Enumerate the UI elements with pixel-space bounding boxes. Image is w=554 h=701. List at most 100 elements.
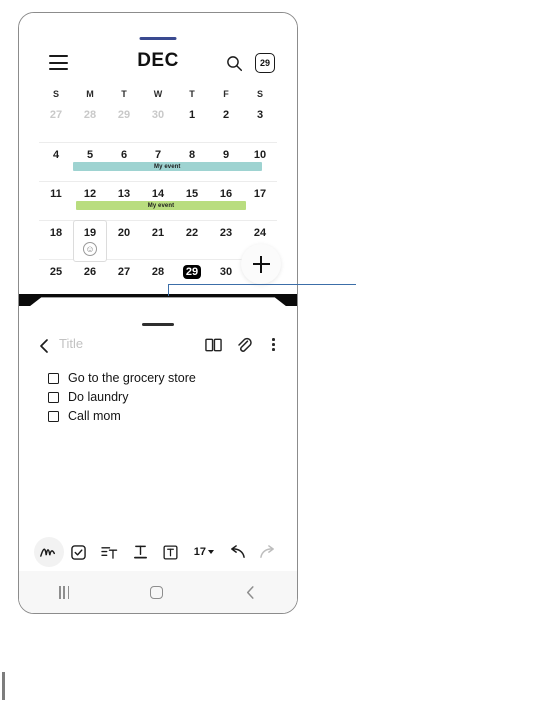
undo-icon[interactable] [222,537,253,567]
calendar-day-cell[interactable]: 30 [141,103,175,142]
day-number: 27 [117,266,131,278]
day-number: 22 [185,227,199,239]
attachment-paperclip-icon[interactable] [236,337,252,354]
calendar-day-cell[interactable]: 21 [141,221,175,262]
font-size-selector[interactable]: 17 [186,537,222,567]
day-number: 17 [253,188,267,200]
day-number: 30 [219,266,233,278]
text-box-icon[interactable] [155,537,186,567]
day-of-week-header-row: S M T W T F S [19,89,297,99]
day-number: 5 [86,149,94,161]
calendar-week-row: 27 28 29 30 1 2 3 [39,103,277,142]
day-number: 20 [117,227,131,239]
list-item[interactable]: Do laundry [48,389,277,406]
calendar-day-cell[interactable]: 3 [243,103,277,142]
list-item-label: Call mom [68,409,121,424]
recents-icon[interactable] [59,585,70,599]
calendar-day-cell[interactable]: 18 [39,221,73,262]
calendar-day-cell[interactable]: 26 [73,260,107,298]
android-navigation-bar [19,571,297,613]
add-event-button[interactable] [241,244,281,284]
day-number: 1 [188,109,196,121]
more-options-icon[interactable] [272,338,275,351]
calendar-event-bar[interactable]: My event [75,201,247,210]
list-item[interactable]: Call mom [48,408,277,425]
day-number: 29 [182,265,202,279]
chevron-down-icon [208,550,214,554]
app-tab-indicator [139,37,177,40]
search-icon[interactable] [226,55,243,72]
day-number: 10 [253,149,267,161]
day-number: 7 [154,149,162,161]
drag-handle[interactable] [142,323,174,326]
checklist-icon[interactable] [64,537,95,567]
smiley-sticker-icon[interactable]: ☺ [83,242,97,256]
screenshot-root: DEC 29 S M T W T F S 27 28 29 30 1 2 3 4… [0,0,554,701]
day-number: 24 [253,227,267,239]
today-date-button[interactable]: 29 [255,53,275,73]
note-checklist: Go to the grocery store Do laundry Call … [48,370,277,427]
home-icon[interactable] [149,585,163,599]
calendar-day-cell-selected[interactable]: 19 ☺ [73,220,107,262]
calendar-day-cell-today[interactable]: 29 [175,260,209,298]
note-format-toolbar: 17 [19,535,297,569]
list-item-label: Go to the grocery store [68,371,196,386]
hinge-indicator-dots [145,299,164,302]
day-number: 30 [151,109,165,121]
checkbox-icon[interactable] [48,373,59,384]
back-icon[interactable] [244,585,257,600]
notes-app-pane: Title Go to the grocery store Do laundry… [19,306,297,613]
day-number: 18 [49,227,63,239]
today-date-label: 29 [259,57,270,68]
checkbox-icon[interactable] [48,411,59,422]
calendar-day-cell[interactable]: 27 [107,260,141,298]
day-number: 3 [256,109,264,121]
pen-handwriting-icon[interactable] [33,537,64,567]
paragraph-align-icon[interactable] [94,537,125,567]
day-number: 9 [222,149,230,161]
checkbox-icon[interactable] [48,392,59,403]
redo-icon[interactable] [252,537,283,567]
reading-mode-icon[interactable] [205,337,222,353]
day-number: 8 [188,149,196,161]
calendar-day-cell[interactable]: 27 [39,103,73,142]
text-format-icon[interactable] [125,537,156,567]
calendar-day-cell[interactable]: 28 [73,103,107,142]
note-title-input[interactable]: Title [59,336,83,351]
calendar-day-cell[interactable]: 23 [209,221,243,262]
calendar-event-bar[interactable]: My event [73,162,262,171]
day-number: 6 [120,149,128,161]
plus-icon [259,255,263,273]
list-item[interactable]: Go to the grocery store [48,370,277,387]
day-number: 23 [219,227,233,239]
calendar-day-cell[interactable]: 1 [175,103,209,142]
day-number: 19 [83,227,97,239]
calendar-day-cell[interactable]: 22 [175,221,209,262]
foldable-phone-frame: DEC 29 S M T W T F S 27 28 29 30 1 2 3 4… [18,12,298,614]
day-number: 13 [117,188,131,200]
calendar-day-cell[interactable]: 4 [39,143,73,181]
day-number: 16 [219,188,233,200]
calendar-day-cell[interactable]: 2 [209,103,243,142]
day-number: 14 [151,188,165,200]
day-number: 15 [185,188,199,200]
calendar-week-row: 11 12 13 14 15 16 17 My event [39,181,277,220]
day-number: 11 [50,188,62,200]
calendar-day-cell[interactable]: 29 [107,103,141,142]
calendar-day-cell[interactable]: 25 [39,260,73,298]
calendar-day-cell[interactable]: 20 [107,221,141,262]
hamburger-menu-icon[interactable] [49,55,68,70]
calendar-day-cell[interactable]: 17 [243,182,277,220]
calendar-week-row: 4 5 6 7 8 9 10 My event [39,142,277,181]
day-number: 29 [117,109,131,121]
back-chevron-icon[interactable] [37,337,51,355]
calendar-day-cell[interactable]: 30 [209,260,243,298]
calendar-day-cell[interactable]: 28 [141,260,175,298]
calendar-day-cell[interactable]: 11 [39,182,73,220]
notes-header: Title [19,332,297,360]
calendar-header: DEC 29 [19,47,297,85]
day-number: 28 [83,109,97,121]
dow-sun: S [52,89,59,99]
dow-thu: T [189,89,195,99]
day-number: 25 [49,266,63,278]
